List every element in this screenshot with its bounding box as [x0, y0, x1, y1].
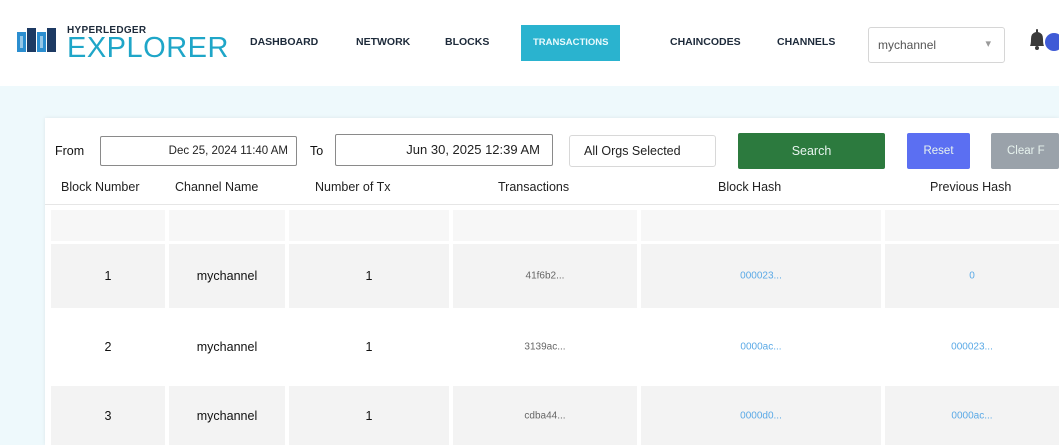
column-filter-cell[interactable] — [885, 210, 1059, 241]
transaction-id-link[interactable]: 3139ac... — [453, 314, 637, 380]
column-header-previous-hash[interactable]: Previous Hash — [930, 180, 1011, 194]
block-hash-link[interactable]: 0000d0... — [641, 386, 881, 445]
channel-name-cell: mychannel — [169, 244, 285, 308]
hyperledger-explorer-logo[interactable]: HYPERLEDGER EXPLORER — [17, 22, 228, 68]
channel-name-cell: mychannel — [169, 314, 285, 380]
orgs-select[interactable]: All Orgs Selected — [569, 135, 716, 167]
ledger-blocks-icon — [17, 28, 56, 52]
previous-hash-link[interactable]: 000023... — [885, 314, 1059, 380]
nav-dashboard[interactable]: DASHBOARD — [250, 36, 318, 48]
number-of-tx-cell: 1 — [289, 244, 449, 308]
search-button[interactable]: Search — [738, 133, 885, 169]
nav-channels[interactable]: CHANNELS — [777, 36, 835, 48]
from-date-input[interactable]: Dec 25, 2024 11:40 AM — [100, 136, 297, 166]
to-label: To — [310, 144, 324, 158]
nav-blocks[interactable]: BLOCKS — [445, 36, 489, 48]
nav-transactions[interactable]: TRANSACTIONS — [521, 25, 621, 61]
nav-network[interactable]: NETWORK — [356, 36, 410, 48]
column-filter-cell[interactable] — [641, 210, 881, 241]
block-number-cell: 1 — [51, 244, 165, 308]
to-date-input[interactable]: Jun 30, 2025 12:39 AM — [335, 134, 553, 166]
table-row[interactable]: 1 mychannel 1 41f6b2... 000023... 0 — [51, 244, 1059, 308]
number-of-tx-cell: 1 — [289, 314, 449, 380]
block-hash-link[interactable]: 0000ac... — [641, 314, 881, 380]
top-navbar: HYPERLEDGER EXPLORER DASHBOARD NETWORK B… — [0, 0, 1059, 86]
block-number-cell: 2 — [51, 314, 165, 380]
table-row[interactable]: 3 mychannel 1 cdba44... 0000d0... 0000ac… — [51, 386, 1059, 445]
number-of-tx-cell: 1 — [289, 386, 449, 445]
transaction-id-link[interactable]: cdba44... — [453, 386, 637, 445]
channel-select-value: mychannel — [878, 38, 937, 52]
bell-icon[interactable] — [1025, 24, 1059, 54]
column-header-block-number[interactable]: Block Number — [61, 180, 140, 194]
channel-name-cell: mychannel — [169, 386, 285, 445]
block-number-cell: 3 — [51, 386, 165, 445]
logo-explorer-text: EXPLORER — [67, 32, 229, 64]
column-filter-cell[interactable] — [51, 210, 165, 241]
column-filter-cell[interactable] — [289, 210, 449, 241]
column-header-block-hash[interactable]: Block Hash — [718, 180, 781, 194]
table-row[interactable]: 2 mychannel 1 3139ac... 0000ac... 000023… — [51, 314, 1059, 380]
transaction-id-link[interactable]: 41f6b2... — [453, 244, 637, 308]
nav-chaincodes[interactable]: CHAINCODES — [670, 36, 741, 48]
column-header-number-of-tx[interactable]: Number of Tx — [315, 180, 391, 194]
header-divider — [45, 204, 1059, 205]
previous-hash-link[interactable]: 0000ac... — [885, 386, 1059, 445]
column-filter-row — [51, 210, 1059, 241]
column-header-channel-name[interactable]: Channel Name — [175, 180, 258, 194]
previous-hash-link[interactable]: 0 — [885, 244, 1059, 308]
column-header-transactions[interactable]: Transactions — [498, 180, 569, 194]
clear-filter-button[interactable]: Clear F — [991, 133, 1059, 169]
column-filter-cell[interactable] — [169, 210, 285, 241]
column-filter-cell[interactable] — [453, 210, 637, 241]
from-label: From — [55, 144, 85, 158]
reset-button[interactable]: Reset — [907, 133, 970, 169]
channel-select[interactable]: mychannel ▾ — [868, 27, 1005, 63]
block-hash-link[interactable]: 000023... — [641, 244, 881, 308]
transactions-panel: From Dec 25, 2024 11:40 AM To Jun 30, 20… — [45, 118, 1059, 445]
chevron-down-icon: ▾ — [985, 38, 991, 50]
